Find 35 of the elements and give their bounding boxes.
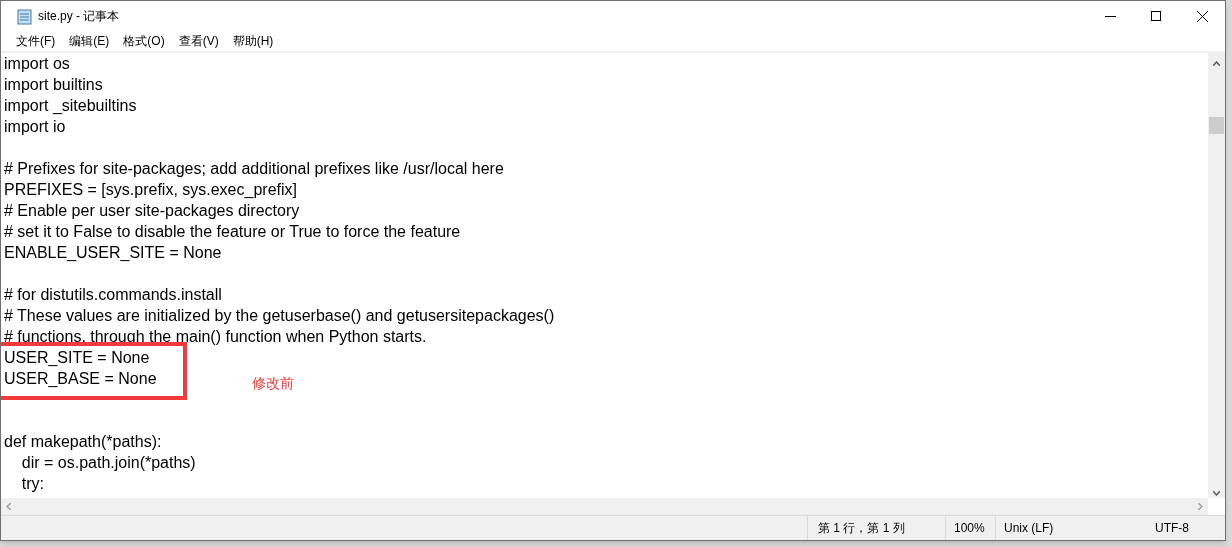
code-line: USER_BASE = None: [4, 369, 157, 389]
code-line: USER_SITE = None: [4, 348, 150, 368]
encoding: UTF-8: [1154, 520, 1190, 537]
code-line: def makepath(*paths):: [4, 432, 162, 452]
line-ending: Unix (LF): [995, 516, 1115, 540]
code-line: ENABLE_USER_SITE = None: [4, 243, 222, 263]
scroll-thumb[interactable]: [1209, 117, 1224, 134]
code-line: dir = os.path.join(*paths): [20, 453, 196, 473]
code-line: # Prefixes for site-packages; add additional prefixes like /usr/local here: [4, 159, 504, 179]
code-line: import os: [4, 54, 70, 74]
menu-item[interactable]: 查看(V): [171, 32, 226, 50]
code-line: PREFIXES = [sys.prefix, sys.exec_prefix]: [4, 180, 297, 200]
code-line: try:: [20, 474, 44, 494]
menu-item[interactable]: 格式(O): [116, 32, 172, 50]
horizontal-scrollbar[interactable]: [1, 498, 1208, 515]
menu-item[interactable]: 帮助(H): [225, 32, 281, 50]
code-line: import io: [4, 117, 66, 137]
annotation-label: 修改前: [252, 374, 294, 393]
zoom-level: 100%: [945, 516, 995, 540]
window-title: site.py - 记事本: [38, 8, 120, 25]
minimize-icon: [1104, 15, 1116, 17]
close-icon: [1196, 10, 1208, 22]
menu-item[interactable]: 编辑(E): [62, 32, 117, 50]
code-line: # Enable per user site-packages directory: [4, 201, 300, 221]
code-line: # These values are initialized by the getuserbase() and getusersitepackages(): [4, 306, 555, 326]
code-line: # functions, through the main() function when Python starts.: [4, 327, 427, 347]
code-line: import _sitebuiltins: [4, 96, 137, 116]
notepad-icon: [17, 7, 33, 25]
vertical-scrollbar[interactable]: [1208, 53, 1225, 498]
maximize-icon: [1151, 11, 1161, 21]
code-line: # set it to False to disable the feature or True to force the feature: [4, 222, 461, 242]
code-line: import builtins: [4, 75, 103, 95]
code-line: # for distutils.commands.install: [4, 285, 222, 305]
cursor-position: 第 1 行，第 1 列: [807, 516, 945, 540]
menu-item[interactable]: 文件(F): [9, 32, 63, 50]
